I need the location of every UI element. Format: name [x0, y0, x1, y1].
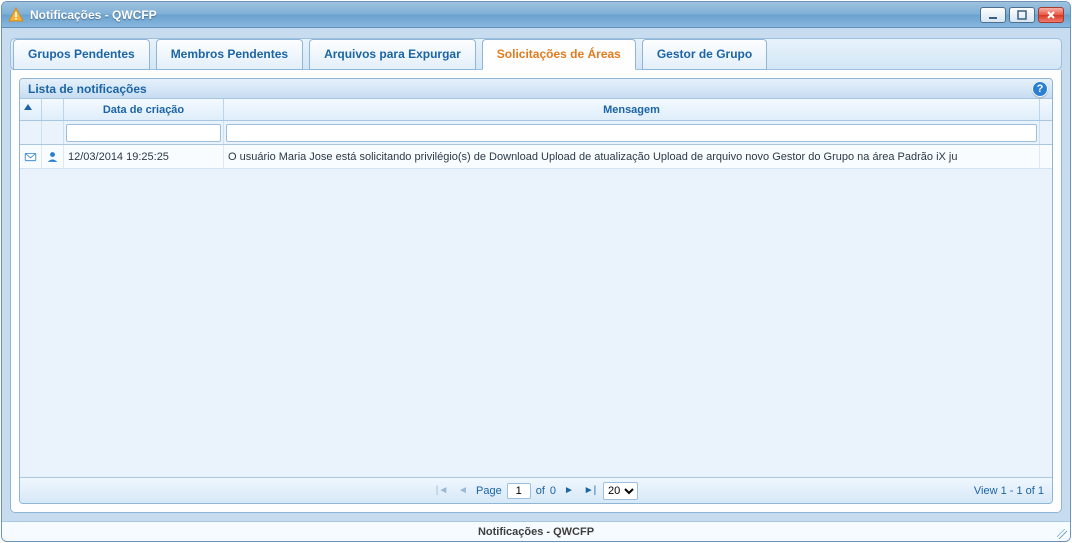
window-title: Notificações - QWCFP	[30, 8, 157, 22]
pager-view-text: View 1 - 1 of 1	[974, 485, 1044, 497]
grid-pager: |◄ ◄ Page of 0 ► ►| 20 View 1 - 1 of 1	[20, 477, 1052, 503]
column-header-actions[interactable]	[42, 99, 64, 120]
grid-title: Lista de notificações ?	[20, 79, 1052, 99]
filter-cell-message	[224, 121, 1040, 144]
grid-title-text: Lista de notificações	[28, 82, 147, 96]
pager-total-pages: 0	[550, 485, 556, 497]
row-date: 12/03/2014 19:25:25	[64, 145, 224, 168]
resize-grip[interactable]	[1057, 529, 1067, 539]
filter-cell-icon1	[20, 121, 42, 144]
filter-message-input[interactable]	[226, 124, 1037, 142]
tab-arquivos-para-expurgar[interactable]: Arquivos para Expurgar	[309, 39, 476, 70]
column-header-date[interactable]: Data de criação	[64, 99, 224, 120]
pager-first-button[interactable]: |◄	[434, 483, 450, 499]
row-role-icon[interactable]	[42, 145, 64, 168]
tab-membros-pendentes[interactable]: Membros Pendentes	[156, 39, 303, 70]
pager-page-size-select[interactable]: 20	[603, 482, 638, 500]
close-button[interactable]	[1038, 7, 1064, 23]
role-icon	[46, 150, 59, 164]
row-message: O usuário Maria Jose está solicitando pr…	[224, 145, 1040, 168]
titlebar[interactable]: Notificações - QWCFP	[2, 2, 1070, 28]
grid-container: Lista de notificações ? Data de criação …	[19, 78, 1053, 504]
maximize-button[interactable]	[1009, 7, 1035, 23]
column-header-sort[interactable]	[20, 99, 42, 120]
pager-last-button[interactable]: ►|	[582, 483, 598, 499]
filter-cell-date	[64, 121, 224, 144]
table-row[interactable]: 12/03/2014 19:25:25 O usuário Maria Jose…	[20, 145, 1052, 169]
warning-icon	[8, 7, 24, 23]
pager-prev-button[interactable]: ◄	[455, 483, 471, 499]
window-title-area: Notificações - QWCFP	[8, 7, 980, 23]
statusbar: Notificações - QWCFP	[2, 521, 1070, 541]
window-controls	[980, 7, 1064, 23]
pager-page-label: Page	[476, 485, 502, 497]
tab-gestor-de-grupo[interactable]: Gestor de Grupo	[642, 39, 767, 70]
row-mail-icon[interactable]	[20, 145, 42, 168]
tab-solicitacoes-de-areas[interactable]: Solicitações de Áreas	[482, 39, 636, 70]
help-icon[interactable]: ?	[1032, 81, 1048, 97]
column-header-message[interactable]: Mensagem	[224, 99, 1040, 120]
tabstrip: Grupos Pendentes Membros Pendentes Arqui…	[10, 38, 1062, 70]
grid-filter-row	[20, 121, 1052, 145]
sort-asc-icon	[24, 104, 32, 110]
filter-date-input[interactable]	[66, 124, 221, 142]
minimize-button[interactable]	[980, 7, 1006, 23]
window-body: Grupos Pendentes Membros Pendentes Arqui…	[2, 28, 1070, 521]
pager-page-input[interactable]	[507, 483, 531, 499]
pager-center: |◄ ◄ Page of 0 ► ►| 20	[434, 482, 638, 500]
tab-grupos-pendentes[interactable]: Grupos Pendentes	[13, 39, 150, 70]
tab-panel: Lista de notificações ? Data de criação …	[10, 70, 1062, 513]
grid-column-headers: Data de criação Mensagem	[20, 99, 1052, 121]
filter-cell-icon2	[42, 121, 64, 144]
pager-of-label: of	[536, 485, 545, 497]
row-spacer	[1040, 145, 1052, 168]
filter-cell-spacer	[1040, 121, 1052, 144]
column-header-spacer	[1040, 99, 1052, 120]
statusbar-text: Notificações - QWCFP	[478, 526, 594, 538]
mail-icon	[24, 150, 37, 164]
window: Notificações - QWCFP Grupos Pendentes Me…	[1, 1, 1071, 542]
grid-body[interactable]: 12/03/2014 19:25:25 O usuário Maria Jose…	[20, 145, 1052, 477]
pager-next-button[interactable]: ►	[561, 483, 577, 499]
